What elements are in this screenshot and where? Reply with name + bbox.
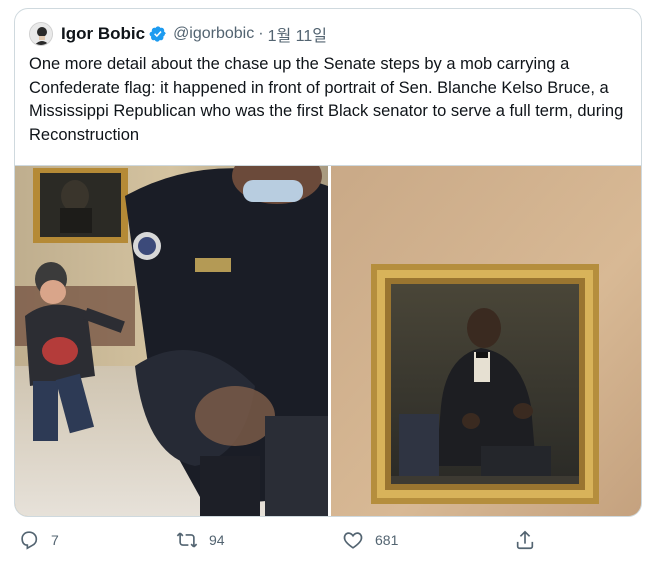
like-button[interactable]: 681 (342, 525, 398, 555)
tweet-card[interactable]: Igor Bobic @igorbobic · 1월 11일 One more … (14, 8, 642, 517)
separator-dot: · (258, 25, 264, 42)
tweet-actions: 7 94 681 (0, 525, 658, 555)
reply-button[interactable]: 7 (18, 525, 59, 555)
photo-chase-on-steps[interactable] (15, 166, 328, 516)
heart-icon (343, 532, 363, 549)
media-grid (15, 165, 641, 516)
retweet-button[interactable]: 94 (176, 525, 225, 555)
share-button[interactable] (514, 525, 536, 555)
tweet-text: One more detail about the chase up the S… (29, 55, 624, 144)
like-count: 681 (375, 532, 399, 548)
author-name[interactable]: Igor Bobic (61, 24, 145, 44)
tweet-header: Igor Bobic @igorbobic · 1월 11일 (29, 19, 327, 49)
avatar[interactable] (29, 22, 53, 46)
author-handle[interactable]: @igorbobic (173, 25, 254, 43)
tweet-date[interactable]: 1월 11일 (268, 22, 327, 46)
retweet-count: 94 (209, 532, 225, 548)
retweet-icon (176, 532, 198, 548)
verified-badge-icon (149, 26, 166, 42)
reply-count: 7 (51, 532, 59, 548)
reply-icon (21, 531, 38, 550)
share-icon (516, 530, 534, 550)
photo-portrait-blanche-kelso-bruce[interactable] (331, 166, 641, 516)
